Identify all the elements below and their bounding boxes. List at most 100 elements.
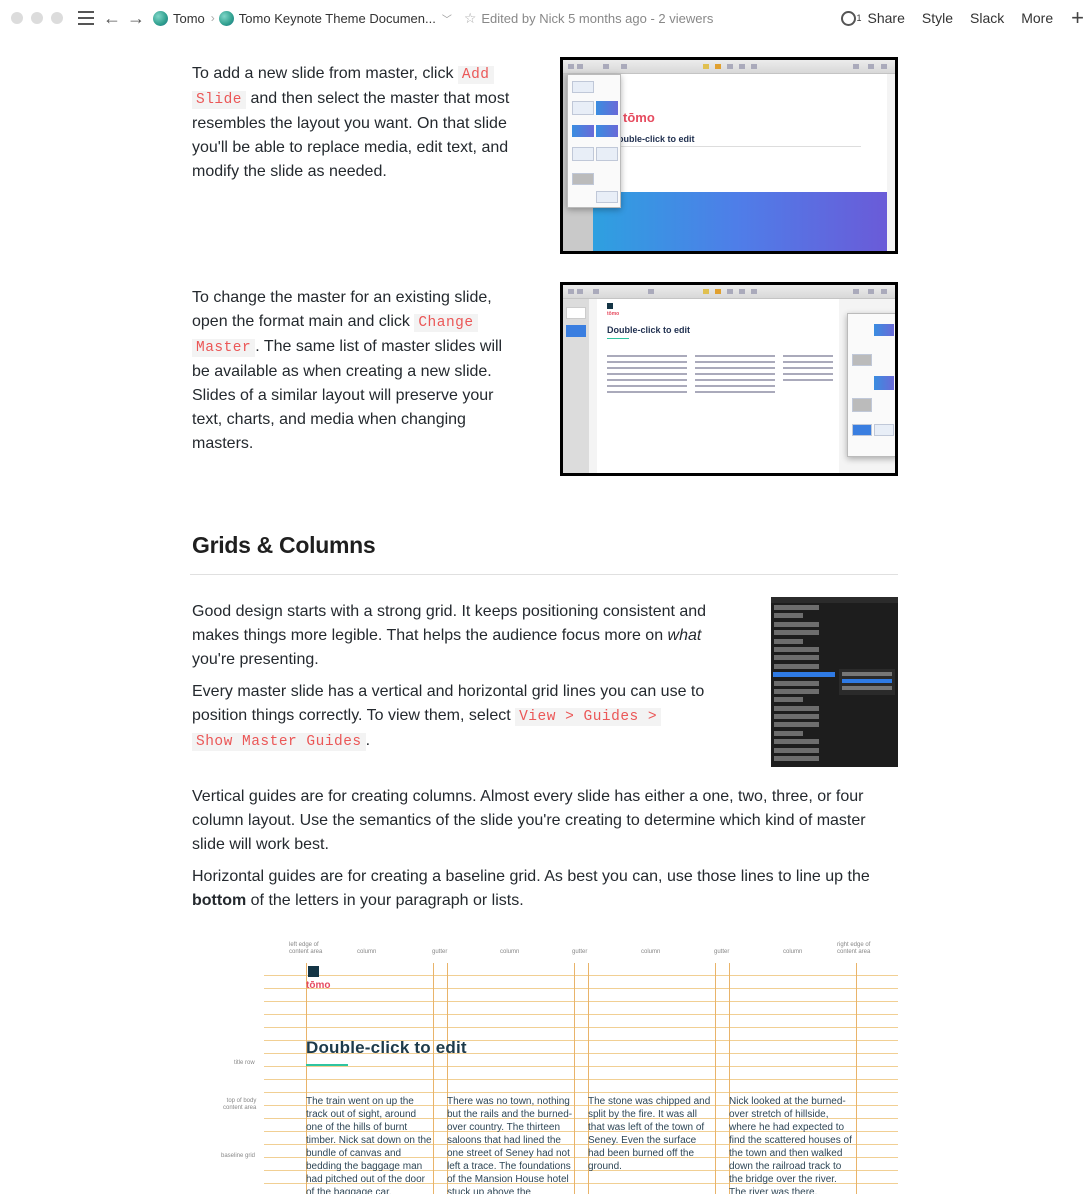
tomo-logo: tōmo <box>607 311 620 317</box>
keynote-slide-navigator <box>563 299 589 473</box>
grid-guides-diagram[interactable]: left edge of content area column gutter c… <box>192 938 898 1194</box>
breadcrumb-root[interactable]: Tomo <box>153 10 205 26</box>
inline-code-master: Master <box>192 339 256 357</box>
add-slide-paragraph: To add a new slide from master, click Ad… <box>192 62 522 184</box>
label-column-3: column <box>641 949 661 955</box>
zoom-window-button[interactable] <box>51 12 63 24</box>
body-column-1: The train went on up the track out of si… <box>306 1096 432 1194</box>
label-gutter-1: gutter <box>432 949 448 955</box>
keynote-canvas: tōmo ouble-click to edit <box>593 74 887 251</box>
change-master-paragraph: To change the master for an existing sli… <box>192 286 522 456</box>
keynote-window-mock: tōmo ouble-click to edit <box>563 60 895 251</box>
breadcrumb-page[interactable]: Tomo Keynote Theme Documen... <box>218 10 436 26</box>
chevron-down-icon[interactable]: ﹀ <box>442 11 452 26</box>
tomo-logo: tōmo <box>623 110 655 125</box>
topbar-actions: 1 Share Style Slack More + <box>840 0 1088 36</box>
change-master-screenshot[interactable]: tōmo Double-click to edit <box>560 282 898 476</box>
close-window-button[interactable] <box>11 12 23 24</box>
viewers-indicator[interactable]: 1 <box>840 10 862 26</box>
star-icon[interactable]: ☆ <box>464 10 477 27</box>
page-globe-icon <box>218 10 234 26</box>
label-baseline-grid: baseline grid <box>221 1153 256 1159</box>
grids-columns-heading: Grids & Columns <box>192 532 376 558</box>
menu-bar <box>771 597 898 603</box>
guides-submenu <box>839 669 895 695</box>
slide-title: ouble-click to edit <box>618 134 695 144</box>
hamburger-menu-icon[interactable] <box>77 11 95 25</box>
add-slide-section: To add a new slide from master, click Ad… <box>192 57 898 260</box>
label-line: content area <box>837 949 871 955</box>
window-controls <box>11 12 63 24</box>
label-column-4: column <box>783 949 803 955</box>
label-line: left edge of <box>289 942 319 948</box>
label-line: top of body <box>226 1098 257 1104</box>
back-arrow-icon[interactable]: ← <box>103 9 121 27</box>
keynote-canvas: tōmo Double-click to edit <box>597 299 839 473</box>
keynote-toolbar <box>563 60 895 74</box>
more-button[interactable]: More <box>1021 10 1053 26</box>
guides-slide: tōmo Double-click to edit The train went… <box>264 963 898 1194</box>
viewers-globe-icon <box>840 10 856 26</box>
breadcrumb-page-label: Tomo Keynote Theme Documen... <box>238 10 436 26</box>
add-slide-screenshot[interactable]: tōmo ouble-click to edit <box>560 57 898 254</box>
title-underline <box>306 1064 348 1066</box>
workspace-globe-icon <box>153 10 168 26</box>
vertical-guides-paragraph: Vertical guides are for creating columns… <box>192 788 866 853</box>
tomo-logo: tōmo <box>306 980 331 991</box>
change-master-section: To change the master for an existing sli… <box>192 282 898 486</box>
emphasis-what: what <box>667 627 702 644</box>
text-run: . <box>365 732 371 749</box>
text-run: To add a new slide from master, click <box>192 65 458 82</box>
logo-square <box>308 966 319 977</box>
heading-divider <box>190 574 898 575</box>
top-bar: ← → Tomo › Tomo Keynote Theme Documen...… <box>0 0 1088 36</box>
guides-menu-item-selected <box>773 672 835 677</box>
viewers-count: 1 <box>856 13 862 23</box>
inline-code-change: Change <box>414 314 478 332</box>
inline-code-slide: Slide <box>192 91 247 109</box>
minimize-window-button[interactable] <box>31 12 43 24</box>
label-line: content area <box>223 1105 257 1111</box>
master-picker-popup <box>567 74 621 208</box>
body-column-3: The stone was chipped and split by the f… <box>588 1096 711 1172</box>
edited-status: Edited by Nick 5 months ago - 2 viewers <box>481 10 714 26</box>
inline-code-show-master-guides: Show Master Guides <box>192 733 366 751</box>
breadcrumb-separator: › <box>210 11 215 25</box>
keynote-window-mock: tōmo Double-click to edit <box>563 285 895 473</box>
view-menu-items <box>774 605 838 764</box>
new-page-plus-icon[interactable]: + <box>1071 7 1084 29</box>
view-menu-screenshot[interactable] <box>771 597 898 767</box>
forward-arrow-icon[interactable]: → <box>127 9 145 27</box>
inline-code-view-guides: View > Guides > <box>515 708 662 726</box>
vertical-guide <box>433 963 434 1194</box>
label-right-edge: right edge of content area <box>837 942 870 956</box>
diagram-slide-title: Double-click to edit <box>306 1038 467 1057</box>
change-master-popup <box>847 313 895 457</box>
label-column-1: column <box>357 949 377 955</box>
keynote-toolbar <box>563 285 895 299</box>
gradient-band <box>593 192 887 251</box>
horizontal-guides-paragraph: Horizontal guides are for creating a bas… <box>192 865 898 913</box>
bold-bottom: bottom <box>192 892 247 909</box>
body-column-2: There was no town, nothing but the rails… <box>447 1096 573 1194</box>
slide-title: Double-click to edit <box>607 325 691 335</box>
label-line: right edge of <box>837 942 871 948</box>
breadcrumb-root-label: Tomo <box>173 10 205 26</box>
label-line: content area <box>289 949 323 955</box>
grid-intro-paragraph: Good design starts with a strong grid. I… <box>192 600 742 672</box>
slack-button[interactable]: Slack <box>970 10 1004 26</box>
label-title-row: title row <box>234 1060 255 1066</box>
label-left-edge: left edge of content area <box>289 942 322 956</box>
text-run: you're presenting. <box>192 651 319 668</box>
label-gutter-2: gutter <box>572 949 588 955</box>
style-button[interactable]: Style <box>922 10 953 26</box>
share-button[interactable]: Share <box>868 10 905 26</box>
divider <box>621 146 861 147</box>
label-top-of-body: top of body content area <box>223 1098 256 1112</box>
label-column-2: column <box>500 949 520 955</box>
vertical-guide <box>574 963 575 1194</box>
vertical-guide <box>715 963 716 1194</box>
text-run: Good design starts with a strong grid. I… <box>192 603 707 644</box>
text-run: of the letters in your paragraph or list… <box>246 892 524 909</box>
text-run: Horizontal guides are for creating a bas… <box>192 868 870 885</box>
